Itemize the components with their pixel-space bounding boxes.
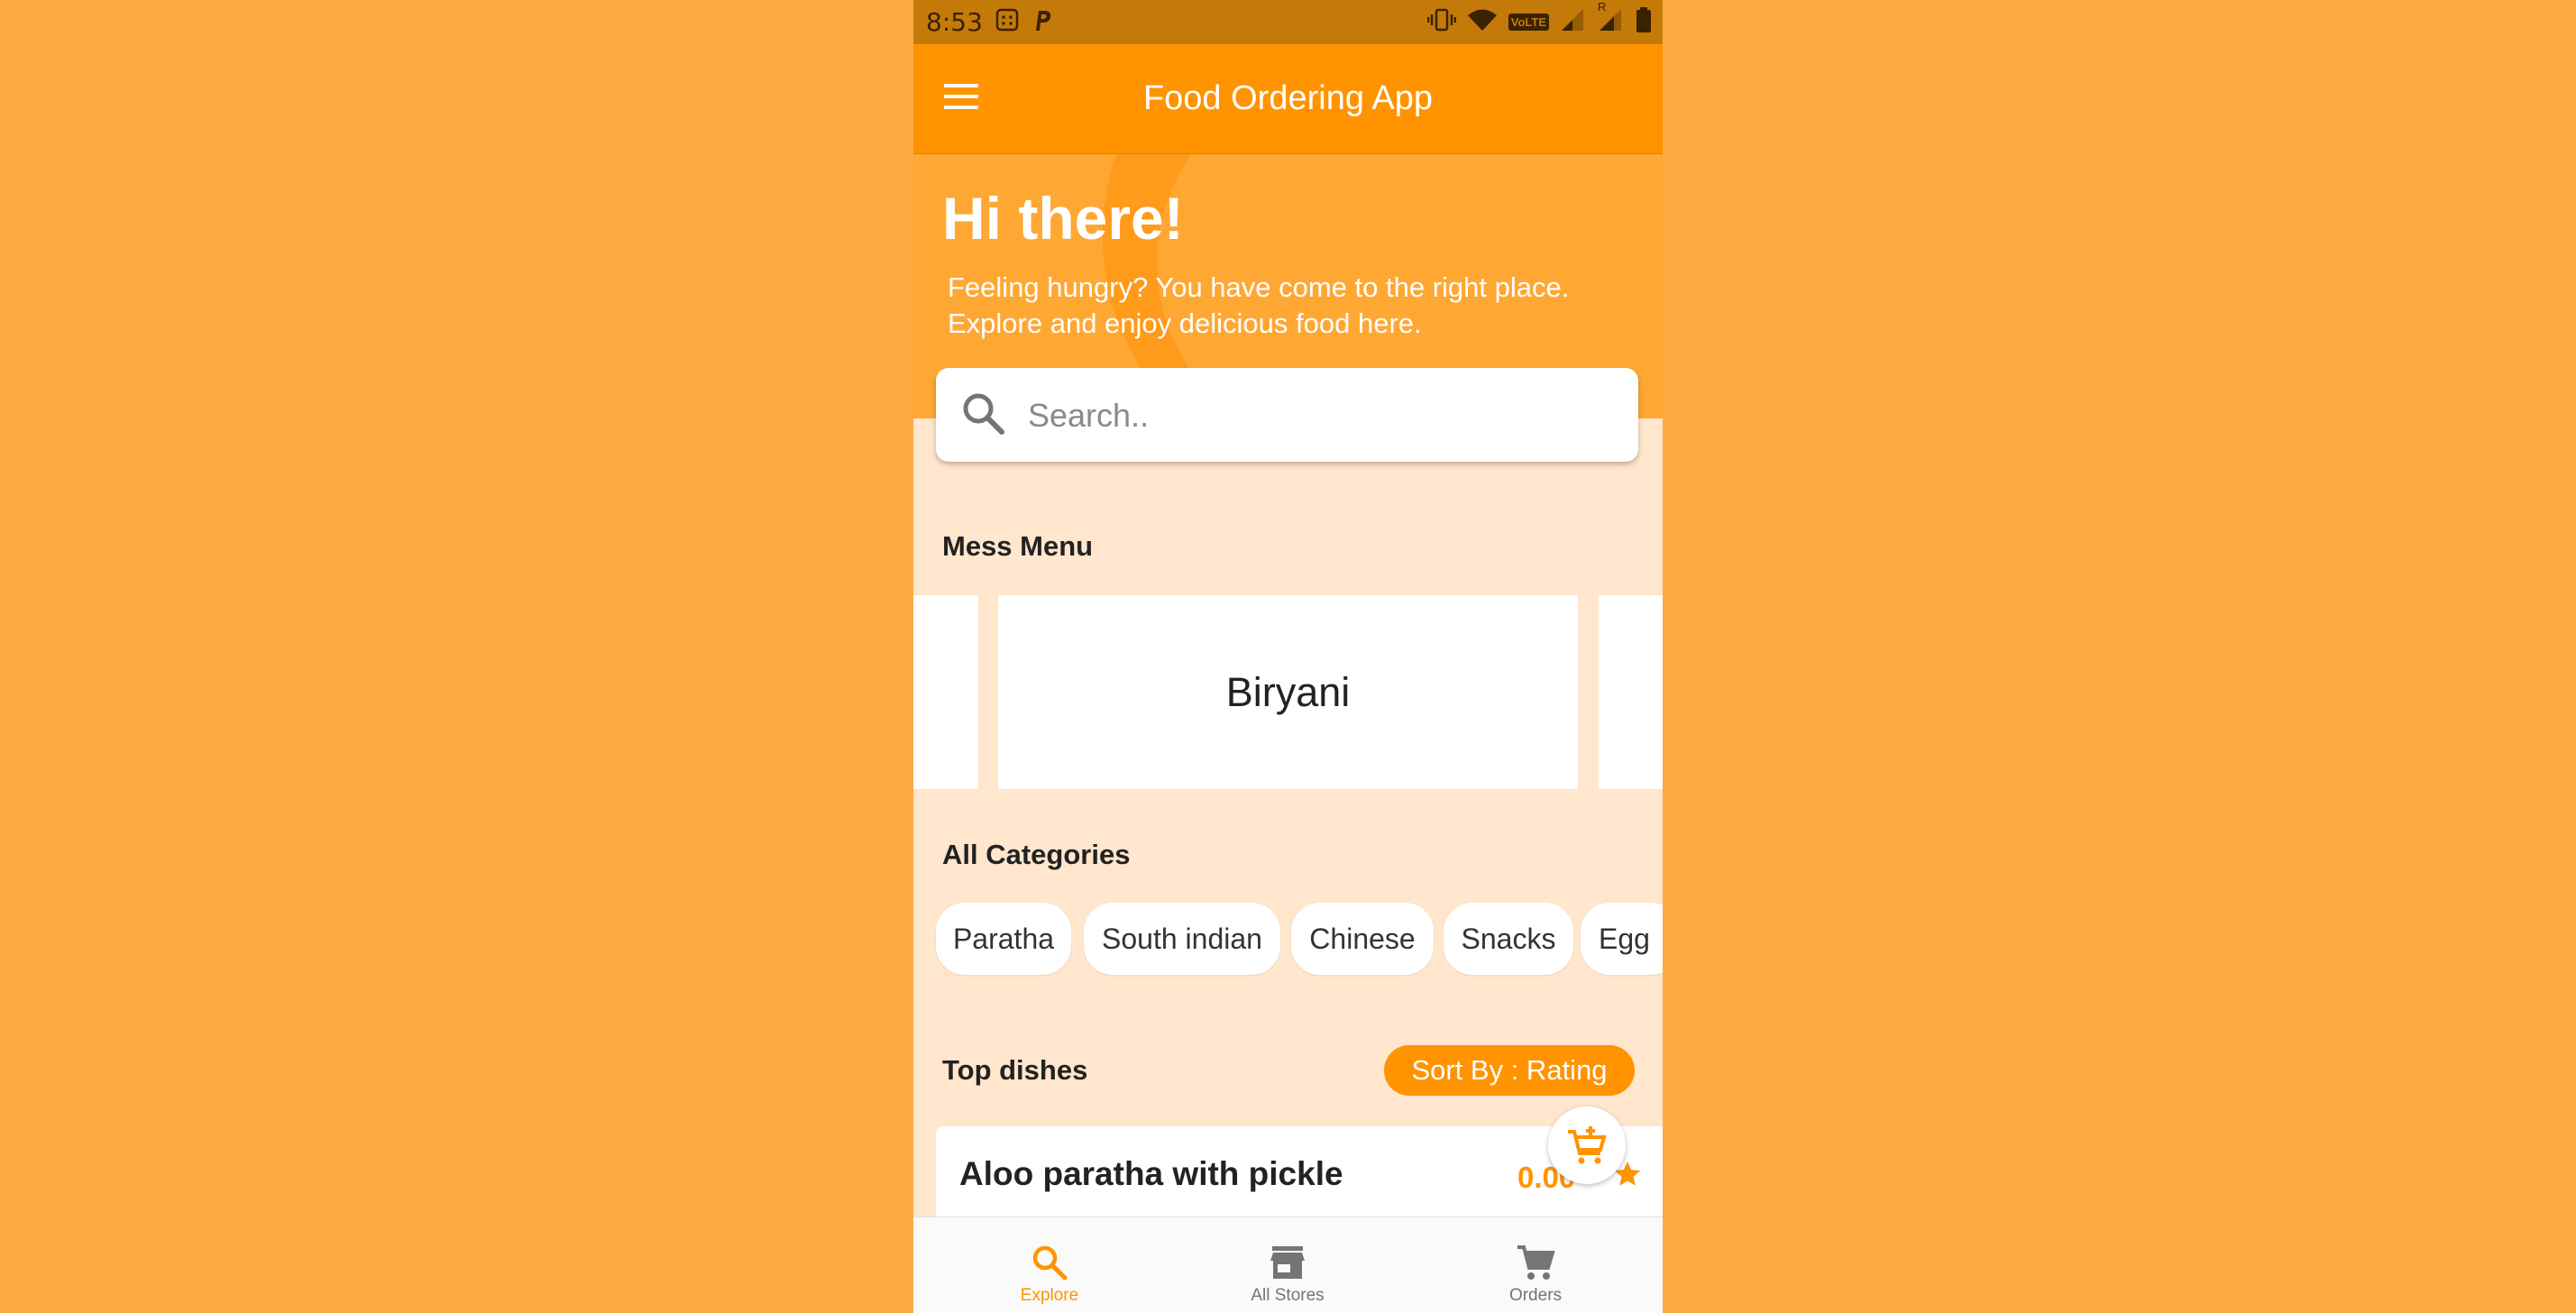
signal-icon xyxy=(1560,7,1587,37)
sort-button[interactable]: Sort By : Rating xyxy=(1384,1045,1635,1096)
mess-card[interactable]: Biryani xyxy=(998,595,1578,789)
signal-roaming-icon: R xyxy=(1598,0,1625,37)
phone-screen: 8:53 VoLTE R Food Ordering App Hi there!… xyxy=(913,0,1663,1313)
store-icon xyxy=(1270,1246,1305,1279)
search-icon xyxy=(959,390,1008,443)
greeting-title: Hi there! xyxy=(942,185,1184,252)
category-chip-paratha[interactable]: Paratha xyxy=(936,903,1071,975)
nav-explore[interactable]: Explore xyxy=(968,1217,1131,1313)
add-to-cart-icon xyxy=(1568,1126,1607,1164)
category-chip-chinese[interactable]: Chinese xyxy=(1291,903,1434,975)
wifi-icon xyxy=(1467,7,1498,37)
search-bar[interactable] xyxy=(936,368,1638,462)
mess-card-label: Biryani xyxy=(1225,668,1351,715)
nav-all-stores-label: All Stores xyxy=(1251,1286,1325,1305)
category-chip-south-indian[interactable]: South indian xyxy=(1084,903,1280,975)
app-grid-icon xyxy=(995,8,1019,36)
category-chip-egg[interactable]: Egg xyxy=(1581,903,1663,975)
dish-name: Aloo paratha with pickle xyxy=(959,1155,1343,1192)
volte-badge: VoLTE xyxy=(1508,14,1549,31)
top-dishes-heading: Top dishes xyxy=(942,1054,1088,1086)
app-bar: Food Ordering App xyxy=(913,44,1663,154)
search-icon xyxy=(1032,1245,1068,1281)
mess-menu-heading: Mess Menu xyxy=(942,530,1094,562)
search-input[interactable] xyxy=(1026,388,1607,444)
roaming-indicator: R xyxy=(1598,0,1607,14)
status-time: 8:53 xyxy=(926,7,983,37)
mess-card-next[interactable] xyxy=(1599,595,1663,789)
app-title: Food Ordering App xyxy=(1142,79,1434,117)
categories-heading: All Categories xyxy=(942,839,1131,870)
cart-icon xyxy=(1517,1245,1555,1280)
add-to-cart-button[interactable] xyxy=(1548,1106,1626,1184)
greeting-subtitle: Feeling hungry? You have come to the rig… xyxy=(948,271,1570,339)
category-chip-snacks[interactable]: Snacks xyxy=(1444,903,1573,975)
parking-app-icon xyxy=(1031,7,1053,37)
mess-card-prev[interactable] xyxy=(913,595,978,789)
nav-all-stores[interactable]: All Stores xyxy=(1206,1217,1369,1313)
battery-icon xyxy=(1636,6,1652,38)
nav-explore-label: Explore xyxy=(1020,1286,1079,1305)
vibrate-icon xyxy=(1426,7,1456,37)
nav-orders[interactable]: Orders xyxy=(1454,1217,1617,1313)
nav-orders-label: Orders xyxy=(1508,1286,1563,1305)
bottom-navigation: Explore All Stores Orders xyxy=(913,1217,1663,1313)
status-bar: 8:53 VoLTE R xyxy=(913,0,1663,44)
